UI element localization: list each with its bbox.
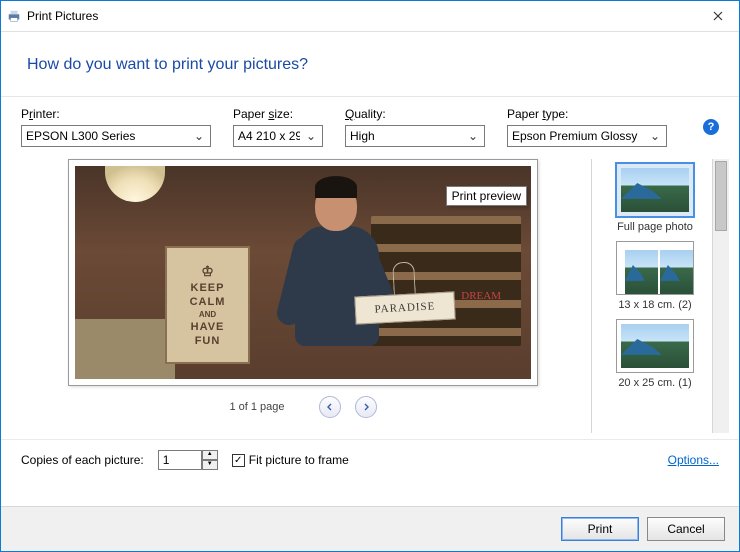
layout-thumb — [616, 319, 694, 373]
header: How do you want to print your pictures? — [1, 31, 739, 97]
printer-label: Printer: — [21, 107, 211, 121]
dream-sign: DREAM — [461, 290, 501, 302]
layout-list: Full page photo 13 x 18 cm. (2) 20 x 25 cm… — [591, 159, 706, 433]
quality-select[interactable]: High ⌄ — [345, 125, 485, 147]
titlebar: Print Pictures — [1, 1, 739, 31]
paradise-sign: PARADISE — [354, 291, 455, 324]
layout-option[interactable]: 20 x 25 cm. (1) — [604, 319, 706, 389]
layout-option[interactable]: 13 x 18 cm. (2) — [604, 241, 706, 311]
preview-area: ♔ KEEP CALM AND HAVE FUN PARADISE DREAM — [21, 159, 585, 433]
arrow-left-icon — [326, 403, 334, 411]
checkbox-icon: ✓ — [232, 454, 245, 467]
page-indicator: 1 of 1 page — [229, 401, 284, 413]
printer-icon — [7, 9, 21, 23]
papersize-label: Paper size: — [233, 107, 323, 121]
copies-label: Copies of each picture: — [21, 453, 144, 467]
layout-scrollbar[interactable] — [712, 159, 729, 433]
layout-label: 20 x 25 cm. (1) — [618, 377, 691, 389]
options-link[interactable]: Options... — [668, 453, 719, 467]
print-button[interactable]: Print — [561, 517, 639, 541]
papersize-select[interactable]: A4 210 x 297 ⌄ — [233, 125, 323, 147]
layout-thumb — [616, 163, 694, 217]
layout-option[interactable]: Full page photo — [604, 163, 706, 233]
prev-page-button[interactable] — [319, 396, 341, 418]
copies-down[interactable]: ▼ — [202, 460, 218, 470]
papertype-label: Paper type: — [507, 107, 667, 121]
print-preview: ♔ KEEP CALM AND HAVE FUN PARADISE DREAM — [68, 159, 538, 386]
layout-label: Full page photo — [617, 221, 693, 233]
papertype-select[interactable]: Epson Premium Glossy ⌄ — [507, 125, 667, 147]
layout-thumb — [616, 241, 694, 295]
chevron-down-icon: ⌄ — [466, 129, 480, 143]
settings-row: Printer: EPSON L300 Series ⌄ Paper size:… — [1, 97, 739, 153]
scroll-thumb[interactable] — [715, 161, 727, 231]
chevron-down-icon: ⌄ — [192, 129, 206, 143]
next-page-button[interactable] — [355, 396, 377, 418]
chevron-down-icon: ⌄ — [304, 129, 318, 143]
printer-select[interactable]: EPSON L300 Series ⌄ — [21, 125, 211, 147]
arrow-right-icon — [362, 403, 370, 411]
keep-calm-sign: ♔ KEEP CALM AND HAVE FUN — [165, 246, 250, 364]
pager: 1 of 1 page — [229, 396, 376, 418]
button-bar: Print Cancel — [1, 506, 739, 551]
options-row: Copies of each picture: ▲ ▼ ✓ Fit pictur… — [1, 439, 739, 476]
preview-tooltip: Print preview — [446, 186, 527, 206]
window-title: Print Pictures — [27, 9, 98, 23]
close-button[interactable] — [703, 1, 733, 31]
copies-up[interactable]: ▲ — [202, 450, 218, 460]
print-pictures-dialog: Print Pictures How do you want to print … — [0, 0, 740, 552]
cancel-button[interactable]: Cancel — [647, 517, 725, 541]
chevron-down-icon: ⌄ — [648, 129, 662, 143]
close-icon — [713, 11, 723, 21]
header-question: How do you want to print your pictures? — [27, 56, 719, 74]
copies-input[interactable] — [158, 450, 202, 470]
fit-to-frame-checkbox[interactable]: ✓ Fit picture to frame — [232, 453, 349, 467]
layout-label: 13 x 18 cm. (2) — [618, 299, 691, 311]
quality-label: Quality: — [345, 107, 485, 121]
help-button[interactable]: ? — [703, 119, 719, 135]
